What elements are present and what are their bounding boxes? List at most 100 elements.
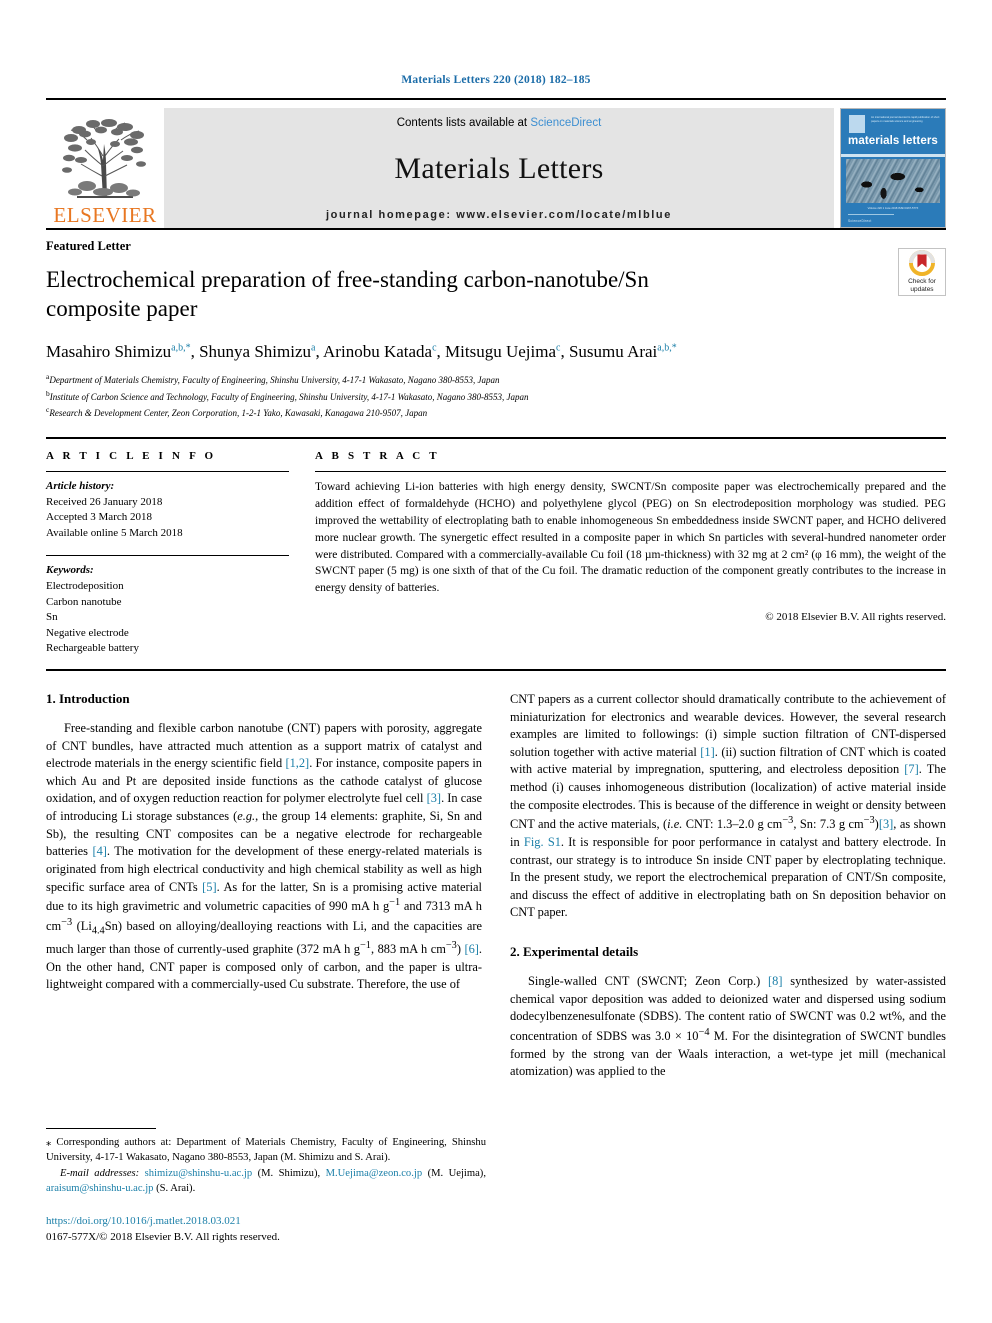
author-affiliation-mark: a: [311, 342, 316, 354]
author-name: Susumu Arai: [568, 341, 658, 361]
elsevier-logo: ELSEVIER: [46, 108, 164, 228]
affiliation-item: cResearch & Development Center, Zeon Cor…: [46, 405, 428, 419]
article-info-column: A R T I C L E I N F O Article history: R…: [46, 450, 289, 657]
figure-s1-link[interactable]: Fig. S1: [524, 835, 561, 849]
sciencedirect-link[interactable]: ScienceDirect: [530, 117, 601, 129]
affiliation-item: bInstitute of Carbon Science and Technol…: [46, 388, 529, 402]
affiliation-item: aDepartment of Materials Chemistry, Facu…: [46, 371, 500, 385]
page-title: Electrochemical preparation of free-stan…: [46, 267, 649, 321]
keyword-item: Electrodeposition: [46, 580, 124, 592]
abstract-text: Toward achieving Li-ion batteries with h…: [315, 480, 946, 595]
article-header: Featured Letter Electrochemical preparat…: [46, 228, 946, 421]
author-name: Shunya Shimizu: [199, 341, 312, 361]
citation-3[interactable]: [3]: [427, 791, 441, 805]
cover-caption: Volume 220 1 June 2018 ISSN 0167-577X: [867, 207, 919, 210]
body-columns: 1. Introduction Free-standing and flexib…: [46, 691, 946, 1081]
article-type: Featured Letter: [46, 239, 131, 253]
paper-page: Materials Letters 220 (2018) 182–185 ELS…: [0, 0, 992, 1323]
citation-6[interactable]: [6]: [464, 942, 478, 956]
author-name: Mitsugu Uejima: [445, 341, 557, 361]
right-column: CNT papers as a current collector should…: [510, 691, 946, 1081]
affiliation-mark: b: [46, 388, 50, 398]
keywords-items: Electrodeposition Carbon nanotube Sn Negati…: [46, 579, 289, 657]
citation-4[interactable]: [4]: [92, 844, 106, 858]
affiliation-list: aDepartment of Materials Chemistry, Facu…: [46, 371, 946, 421]
article-info-heading: A R T I C L E I N F O: [46, 449, 217, 462]
email-address-link[interactable]: araisum@shinshu-u.ac.jp: [46, 1183, 153, 1194]
keyword-item: Carbon nanotube: [46, 595, 122, 608]
doi-link[interactable]: https://doi.org/10.1016/j.matlet.2018.03…: [46, 1214, 486, 1230]
author-name: Masahiro Shimizu: [46, 341, 172, 361]
cover-footer-text: ScienceDirect: [848, 219, 872, 223]
citation-3b[interactable]: [3]: [879, 817, 893, 831]
intro-paragraph-1: Free-standing and flexible carbon nanotu…: [46, 721, 483, 992]
journal-title: Materials Letters: [394, 152, 604, 185]
running-head: Materials Letters 220 (2018) 182–185: [401, 74, 591, 86]
journal-cover-thumbnail[interactable]: An international journal devoted to rapi…: [840, 108, 946, 228]
keyword-item: Sn: [46, 611, 58, 624]
crossmark-icon: [909, 250, 935, 277]
crossmark-label: Check for updates: [908, 278, 936, 293]
citation-7[interactable]: [7]: [904, 762, 918, 776]
crossmark-badge[interactable]: Check for updates: [898, 248, 946, 296]
journal-band: Contents lists available at ScienceDirec…: [164, 108, 834, 228]
info-abstract-block: A R T I C L E I N F O Article history: R…: [46, 436, 946, 657]
doi-block: https://doi.org/10.1016/j.matlet.2018.03…: [46, 1214, 486, 1246]
author-affiliation-mark: c: [432, 342, 437, 354]
issn-copyright-line: 0167-577X/© 2018 Elsevier B.V. All right…: [46, 1230, 280, 1243]
keywords-block: Keywords: Electrodeposition Carbon nanotu…: [46, 563, 289, 657]
email-address-link[interactable]: M.Uejima@zeon.co.jp: [326, 1168, 423, 1179]
affiliation-mark: a: [46, 371, 50, 381]
contents-available-line: Contents lists available at ScienceDirec…: [397, 117, 602, 129]
author-name: Arinobu Katada: [323, 341, 433, 361]
journal-masthead: ELSEVIER Contents lists available at Sci…: [46, 98, 946, 228]
article-history-items: Received 26 January 2018 Accepted 3 March…: [46, 495, 289, 542]
footnote-rule: [46, 1128, 156, 1129]
cover-title: materials letters: [848, 135, 938, 147]
email-address-link[interactable]: shimizu@shinshu-u.ac.jp: [145, 1168, 252, 1179]
citation-5[interactable]: [5]: [202, 880, 216, 894]
email-note: E-mail addresses: shimizu@shinshu-u.ac.j…: [46, 1166, 486, 1197]
abstract-heading: A B S T R A C T: [315, 449, 440, 462]
cover-subhead: An international journal devoted to rapi…: [871, 116, 940, 123]
article-history-item: Available online 5 March 2018: [46, 526, 183, 539]
article-history-block: Article history: Received 26 January 201…: [46, 479, 289, 541]
keyword-item: Negative electrode: [46, 626, 129, 639]
article-history-item: Received 26 January 2018: [46, 495, 163, 508]
section-heading-introduction: 1. Introduction: [46, 691, 130, 707]
journal-homepage[interactable]: journal homepage: www.elsevier.com/locat…: [326, 209, 672, 221]
intro-paragraph-continued: CNT papers as a current collector should…: [510, 692, 946, 920]
author-affiliation-mark: a,b,*: [171, 342, 191, 354]
experimental-paragraph-1: Single-walled CNT (SWCNT; Zeon Corp.) [8…: [510, 974, 946, 1079]
keywords-label: Keywords:: [46, 564, 94, 577]
contents-prefix: Contents lists available at: [396, 117, 531, 129]
keywords-divider: [46, 555, 289, 557]
affiliation-mark: c: [46, 405, 50, 415]
article-history-item: Accepted 3 March 2018: [46, 511, 152, 524]
author-list: Masahiro Shimizua,b,*, Shunya Shimizua, …: [46, 341, 677, 361]
footnote-area: ⁎ Corresponding authors at: Department o…: [46, 1128, 486, 1246]
cover-micrograph-image: [846, 159, 940, 203]
corresponding-author-note: ⁎ Corresponding authors at: Department o…: [46, 1135, 486, 1166]
article-info-divider: [46, 470, 289, 472]
author-affiliation-mark: a,b,*: [657, 342, 677, 354]
elsevier-tree-icon: [62, 119, 146, 198]
email-label: E-mail addresses:: [60, 1167, 140, 1179]
cover-foot-divider: [848, 214, 894, 215]
abstract-column: A B S T R A C T Toward achieving Li-ion …: [315, 450, 946, 657]
section-heading-experimental: 2. Experimental details: [510, 944, 639, 960]
abstract-copyright: © 2018 Elsevier B.V. All rights reserved…: [765, 611, 946, 624]
article-history-label: Article history:: [46, 479, 115, 492]
left-column: 1. Introduction Free-standing and flexib…: [46, 691, 482, 1081]
cover-elsevier-icon: [849, 115, 865, 133]
elsevier-wordmark: ELSEVIER: [53, 203, 157, 227]
citation-1[interactable]: [1]: [700, 745, 714, 759]
citation-8[interactable]: [8]: [768, 974, 782, 988]
citation-1-2[interactable]: [1,2]: [285, 756, 309, 770]
keyword-item: Rechargeable battery: [46, 642, 139, 655]
cover-divider: [841, 154, 945, 157]
corresponding-text: Corresponding authors at: Department of …: [46, 1137, 486, 1164]
abstract-bottom-rule: [46, 669, 946, 672]
abstract-divider: [315, 470, 946, 472]
